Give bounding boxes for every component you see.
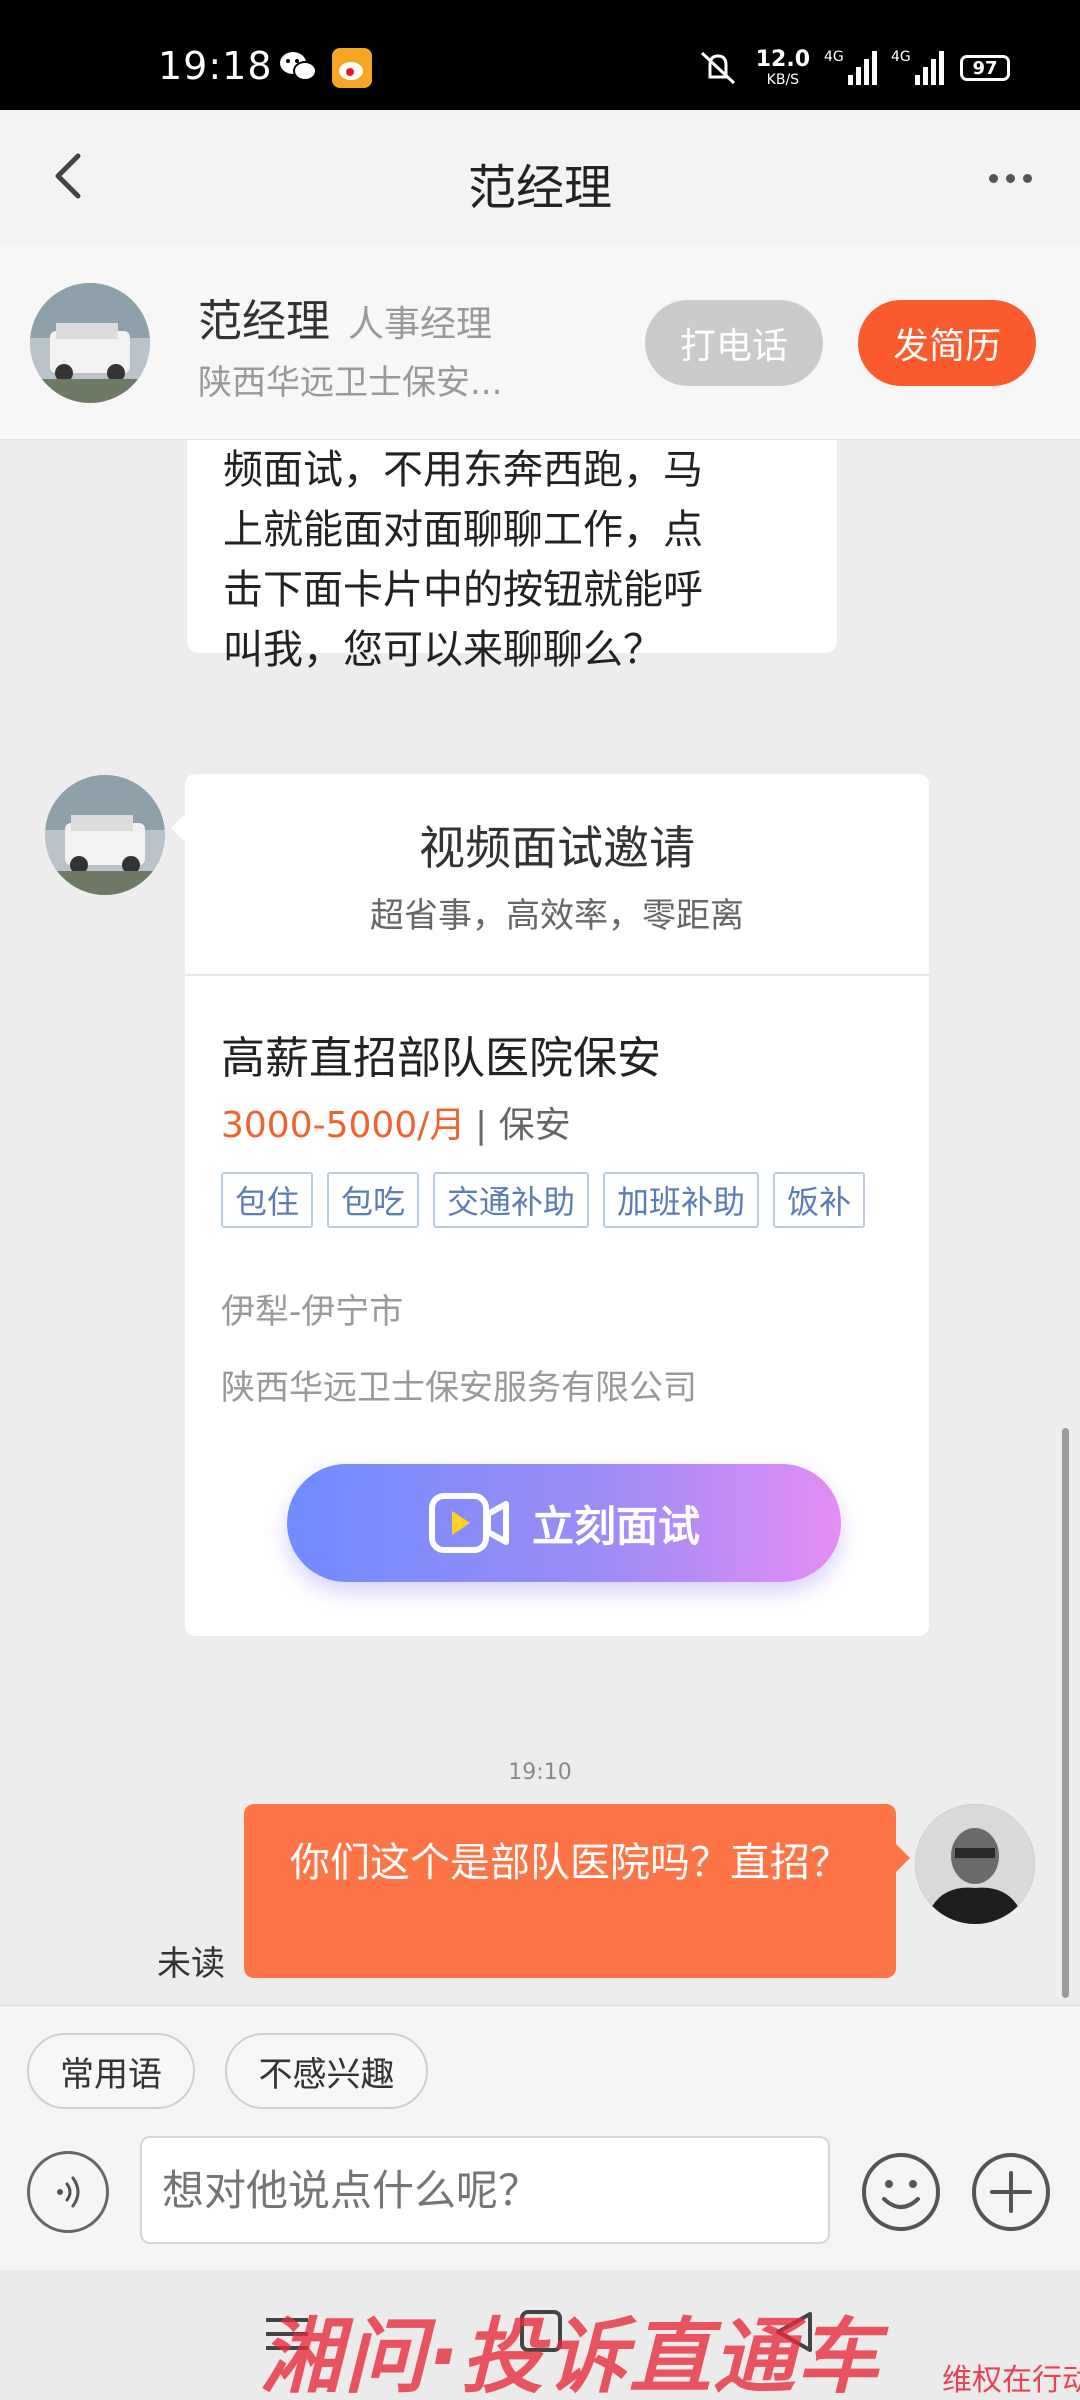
watermark-logo: 湘问·投诉直通车 bbox=[260, 2310, 882, 2400]
send-resume-button[interactable]: 发简历 bbox=[858, 300, 1036, 386]
sender-avatar[interactable] bbox=[45, 775, 165, 895]
emoji-icon[interactable] bbox=[860, 2151, 942, 2233]
benefit-tag: 包吃 bbox=[327, 1172, 420, 1228]
job-title: 高薪直招部队医院保安 bbox=[221, 1033, 661, 1084]
voice-button[interactable] bbox=[27, 2151, 109, 2233]
status-time: 19:18 bbox=[158, 44, 273, 88]
card-subtitle: 超省事，高效率，零距离 bbox=[370, 896, 744, 936]
watermark-slogan: 维权在行动 bbox=[942, 2363, 1080, 2398]
input-area: 常用语 不感兴趣 bbox=[0, 2005, 1080, 2270]
interview-now-button[interactable]: 立刻面试 bbox=[287, 1464, 841, 1582]
benefit-tag: 加班补助 bbox=[603, 1172, 760, 1228]
call-button[interactable]: 打电话 bbox=[645, 300, 823, 386]
message-input[interactable] bbox=[140, 2136, 830, 2244]
battery-icon: 97 bbox=[960, 55, 1010, 81]
job-category: | 保安 bbox=[475, 1105, 571, 1146]
interview-button-label: 立刻面试 bbox=[531, 1501, 700, 1551]
message-line: 上就能面对面聊聊工作，点 bbox=[223, 507, 703, 553]
message-line: 击下面卡片中的按钮就能呼 bbox=[223, 567, 703, 613]
signal-icon: 4G bbox=[891, 49, 944, 85]
contact-name: 范经理 bbox=[198, 296, 330, 347]
status-bar: 19:18 12.0 KB/S 4G 4G 97 bbox=[0, 0, 1080, 110]
benefit-tag: 交通补助 bbox=[433, 1172, 590, 1228]
message-line: 叫我，您可以来聊聊么？ bbox=[223, 627, 663, 673]
card-title: 视频面试邀请 bbox=[419, 821, 695, 875]
net-speed: 12.0 KB/S bbox=[755, 47, 810, 88]
chat-scrollbar[interactable] bbox=[1062, 1428, 1069, 1998]
job-location: 伊犁-伊宁市 bbox=[221, 1292, 404, 1332]
contact-card: 范经理 人事经理 陕西华远卫士保安... 打电话 发简历 bbox=[0, 245, 1080, 440]
quick-reply-not-interested[interactable]: 不感兴趣 bbox=[225, 2033, 428, 2109]
benefit-tags: 包住 包吃 交通补助 加班补助 饭补 bbox=[221, 1172, 866, 1228]
outgoing-message[interactable]: 你们这个是部队医院吗？直招？ bbox=[244, 1804, 910, 1978]
my-avatar[interactable] bbox=[915, 1804, 1035, 1924]
voice-icon bbox=[57, 2176, 80, 2208]
contact-company: 陕西华远卫士保安... bbox=[198, 363, 503, 403]
message-timestamp: 19:10 bbox=[508, 1760, 572, 1785]
message-line: 频面试，不用东奔西跑，马 bbox=[223, 447, 703, 493]
benefit-tag: 饭补 bbox=[773, 1172, 866, 1228]
page-title: 范经理 bbox=[467, 160, 612, 216]
video-interview-card[interactable]: 视频面试邀请 超省事，高效率，零距离 高薪直招部队医院保安 3000-5000/… bbox=[171, 774, 929, 1636]
benefit-tag: 包住 bbox=[221, 1172, 314, 1228]
unread-label: 未读 bbox=[157, 1944, 225, 1984]
plus-icon[interactable] bbox=[970, 2151, 1052, 2233]
divider bbox=[185, 974, 929, 976]
signal-icon: 4G bbox=[824, 49, 877, 85]
job-company: 陕西华远卫士保安服务有限公司 bbox=[221, 1368, 697, 1408]
mute-icon bbox=[700, 51, 735, 85]
job-salary: 3000-5000/月 bbox=[221, 1105, 466, 1146]
contact-avatar[interactable] bbox=[30, 283, 150, 403]
chat-header: 范经理 bbox=[0, 110, 1080, 245]
more-icon[interactable] bbox=[980, 158, 1040, 198]
wechat-icon bbox=[280, 52, 317, 81]
video-camera-icon bbox=[428, 1493, 509, 1553]
chat-area[interactable]: 频面试，不用东奔西跑，马 上就能面对面聊聊工作，点 击下面卡片中的按钮就能呼 叫… bbox=[0, 440, 1080, 2005]
quick-reply-common-phrases[interactable]: 常用语 bbox=[27, 2033, 195, 2109]
contact-role: 人事经理 bbox=[348, 304, 493, 345]
weibo-icon bbox=[332, 48, 372, 88]
incoming-message: 频面试，不用东奔西跑，马 上就能面对面聊聊工作，点 击下面卡片中的按钮就能呼 叫… bbox=[187, 440, 837, 673]
